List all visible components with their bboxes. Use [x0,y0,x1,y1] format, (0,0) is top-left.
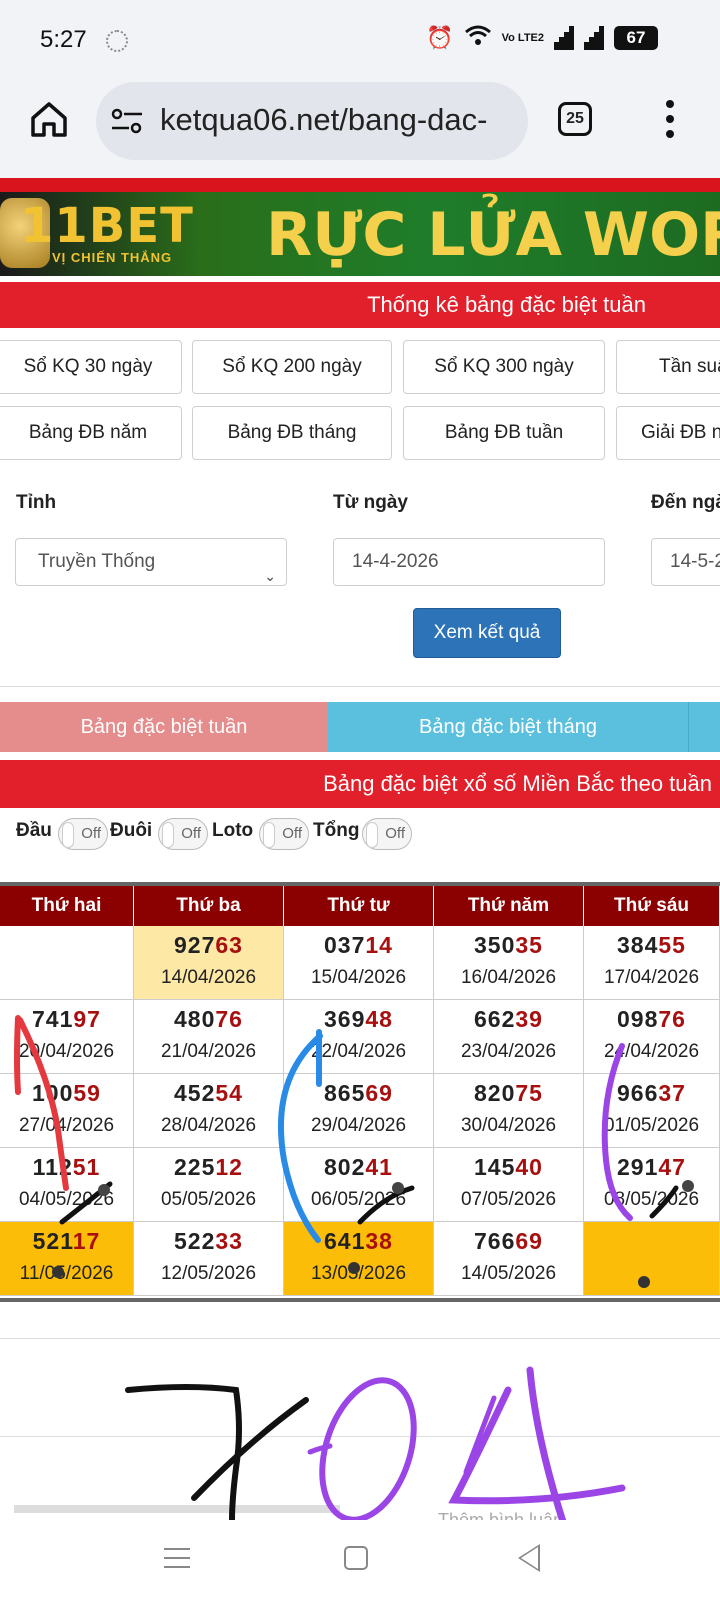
btn-bang-db-nam[interactable]: Bảng ĐB năm [0,406,182,460]
btn-so-kq-300[interactable]: Sổ KQ 300 ngày [403,340,605,394]
divider [0,686,720,687]
table-cell [0,926,134,1000]
btn-tan-suat[interactable]: Tần suấ [616,340,720,394]
recent-apps-icon[interactable] [164,1548,190,1570]
table-cell: 22512 05/05/2026 [134,1148,284,1222]
table-cell: 36948 22/04/2026 [284,1000,434,1074]
network-label: Vo LTE2 [501,31,544,44]
table-cell: 38455 17/04/2026 [584,926,720,1000]
tab-more[interactable] [688,702,720,752]
table-cell: 11251 04/05/2026 [0,1148,134,1222]
toggle-label-tong: Tổng [313,820,360,841]
province-label: Tỉnh [16,492,57,513]
tab-switcher-button[interactable]: 25 [558,102,592,136]
table-cell: 66239 23/04/2026 [434,1000,584,1074]
system-nav-bar [0,1520,720,1604]
toggle-label-loto: Loto [212,820,254,841]
ad-banner[interactable]: 11BET VỊ CHIẾN THẮNG RỰC LỬA WORL [0,192,720,276]
table-cell: 03714 15/04/2026 [284,926,434,1000]
table-cell: 52117 11/05/2026 [0,1222,134,1296]
table-cell: 09876 24/04/2026 [584,1000,720,1074]
table-cell: 29147 08/05/2026 [584,1148,720,1222]
table-cell: 52233 12/05/2026 [134,1222,284,1296]
toggle-label-dau: Đầu [16,820,52,841]
tab-monthly-table[interactable]: Bảng đặc biệt tháng [328,702,688,752]
btn-so-kq-200[interactable]: Sổ KQ 200 ngày [192,340,392,394]
table-cell: 45254 28/04/2026 [134,1074,284,1148]
toggle-tong[interactable]: Off [362,818,412,850]
banner-slogan: RỰC LỬA WORL [266,200,720,270]
table-cell: 74197 20/04/2026 [0,1000,134,1074]
toggle-dau[interactable]: Off [58,818,108,850]
table-cell: 80241 06/05/2026 [284,1148,434,1222]
header-wednesday: Thứ tư [284,886,434,926]
view-results-button[interactable]: Xem kết quả [413,608,561,658]
toggle-duoi[interactable]: Off [158,818,208,850]
to-date-input[interactable]: 14-5-2 [651,538,720,586]
tab-weekly-table[interactable]: Bảng đặc biệt tuần [0,702,328,752]
home-icon[interactable] [28,98,70,140]
banner-logo: 11BET [20,198,194,254]
table-cell: 64138 13/05/2026 [284,1222,434,1296]
btn-giai-db[interactable]: Giải ĐB n [616,406,720,460]
home-nav-icon[interactable] [344,1546,368,1570]
to-date-label: Đến ngà [651,492,720,513]
chevron-down-icon: ⌄ [264,568,276,584]
from-date-label: Từ ngày [333,492,408,513]
wifi-icon [464,24,492,52]
header-tuesday: Thứ ba [134,886,284,926]
province-select[interactable]: Truyền Thống ⌄ [15,538,287,586]
from-date-input[interactable]: 14-4-2026 [333,538,605,586]
browser-toolbar: ketqua06.net/bang-dac- 25 [0,82,720,178]
alarm-icon: ⏰ [426,25,454,50]
btn-so-kq-30[interactable]: Sổ KQ 30 ngày [0,340,182,394]
signal-icon-2 [584,26,604,50]
site-settings-icon[interactable] [110,106,144,136]
table-cell: 96637 01/05/2026 [584,1074,720,1148]
table-cell: 76669 14/05/2026 [434,1222,584,1296]
toggle-label-duoi: Đuôi [110,820,153,841]
btn-bang-db-tuan[interactable]: Bảng ĐB tuần [403,406,605,460]
signal-icon [554,26,574,50]
table-title: Bảng đặc biệt xổ số Miền Bắc theo tuần [0,760,720,808]
horizontal-scrollbar[interactable] [14,1505,340,1513]
timer-icon [106,30,128,52]
table-cell: 14540 07/05/2026 [434,1148,584,1222]
table-cell: 48076 21/04/2026 [134,1000,284,1074]
divider [0,1436,720,1437]
section-title: Thống kê bảng đặc biệt tuần [0,282,720,328]
back-icon[interactable] [518,1544,540,1572]
table-cell: 35035 16/04/2026 [434,926,584,1000]
battery-icon: 67 [614,26,658,50]
status-time: 5:27 [40,26,87,53]
province-value: Truyền Thống [38,551,156,572]
more-menu-icon[interactable] [664,100,676,140]
weekly-results-table: Thứ hai Thứ ba Thứ tư Thứ năm Thứ sáu 92… [0,882,720,1302]
toggle-loto[interactable]: Off [259,818,309,850]
table-cell [584,1222,720,1296]
address-bar[interactable]: ketqua06.net/bang-dac- [96,82,528,160]
table-cell: 10059 27/04/2026 [0,1074,134,1148]
table-cell: 86569 29/04/2026 [284,1074,434,1148]
banner-tagline: VỊ CHIẾN THẮNG [52,250,173,265]
header-thursday: Thứ năm [434,886,584,926]
status-bar: 5:27 ⏰ Vo LTE2 67 [0,0,720,82]
status-icons: ⏰ Vo LTE2 67 [426,24,658,52]
header-monday: Thứ hai [0,886,134,926]
url-text: ketqua06.net/bang-dac- [160,102,488,137]
banner-top-strip [0,178,720,192]
table-cell: 92763 14/04/2026 [134,926,284,1000]
btn-bang-db-thang[interactable]: Bảng ĐB tháng [192,406,392,460]
table-cell: 82075 30/04/2026 [434,1074,584,1148]
divider [0,1338,720,1339]
header-friday: Thứ sáu [584,886,720,926]
